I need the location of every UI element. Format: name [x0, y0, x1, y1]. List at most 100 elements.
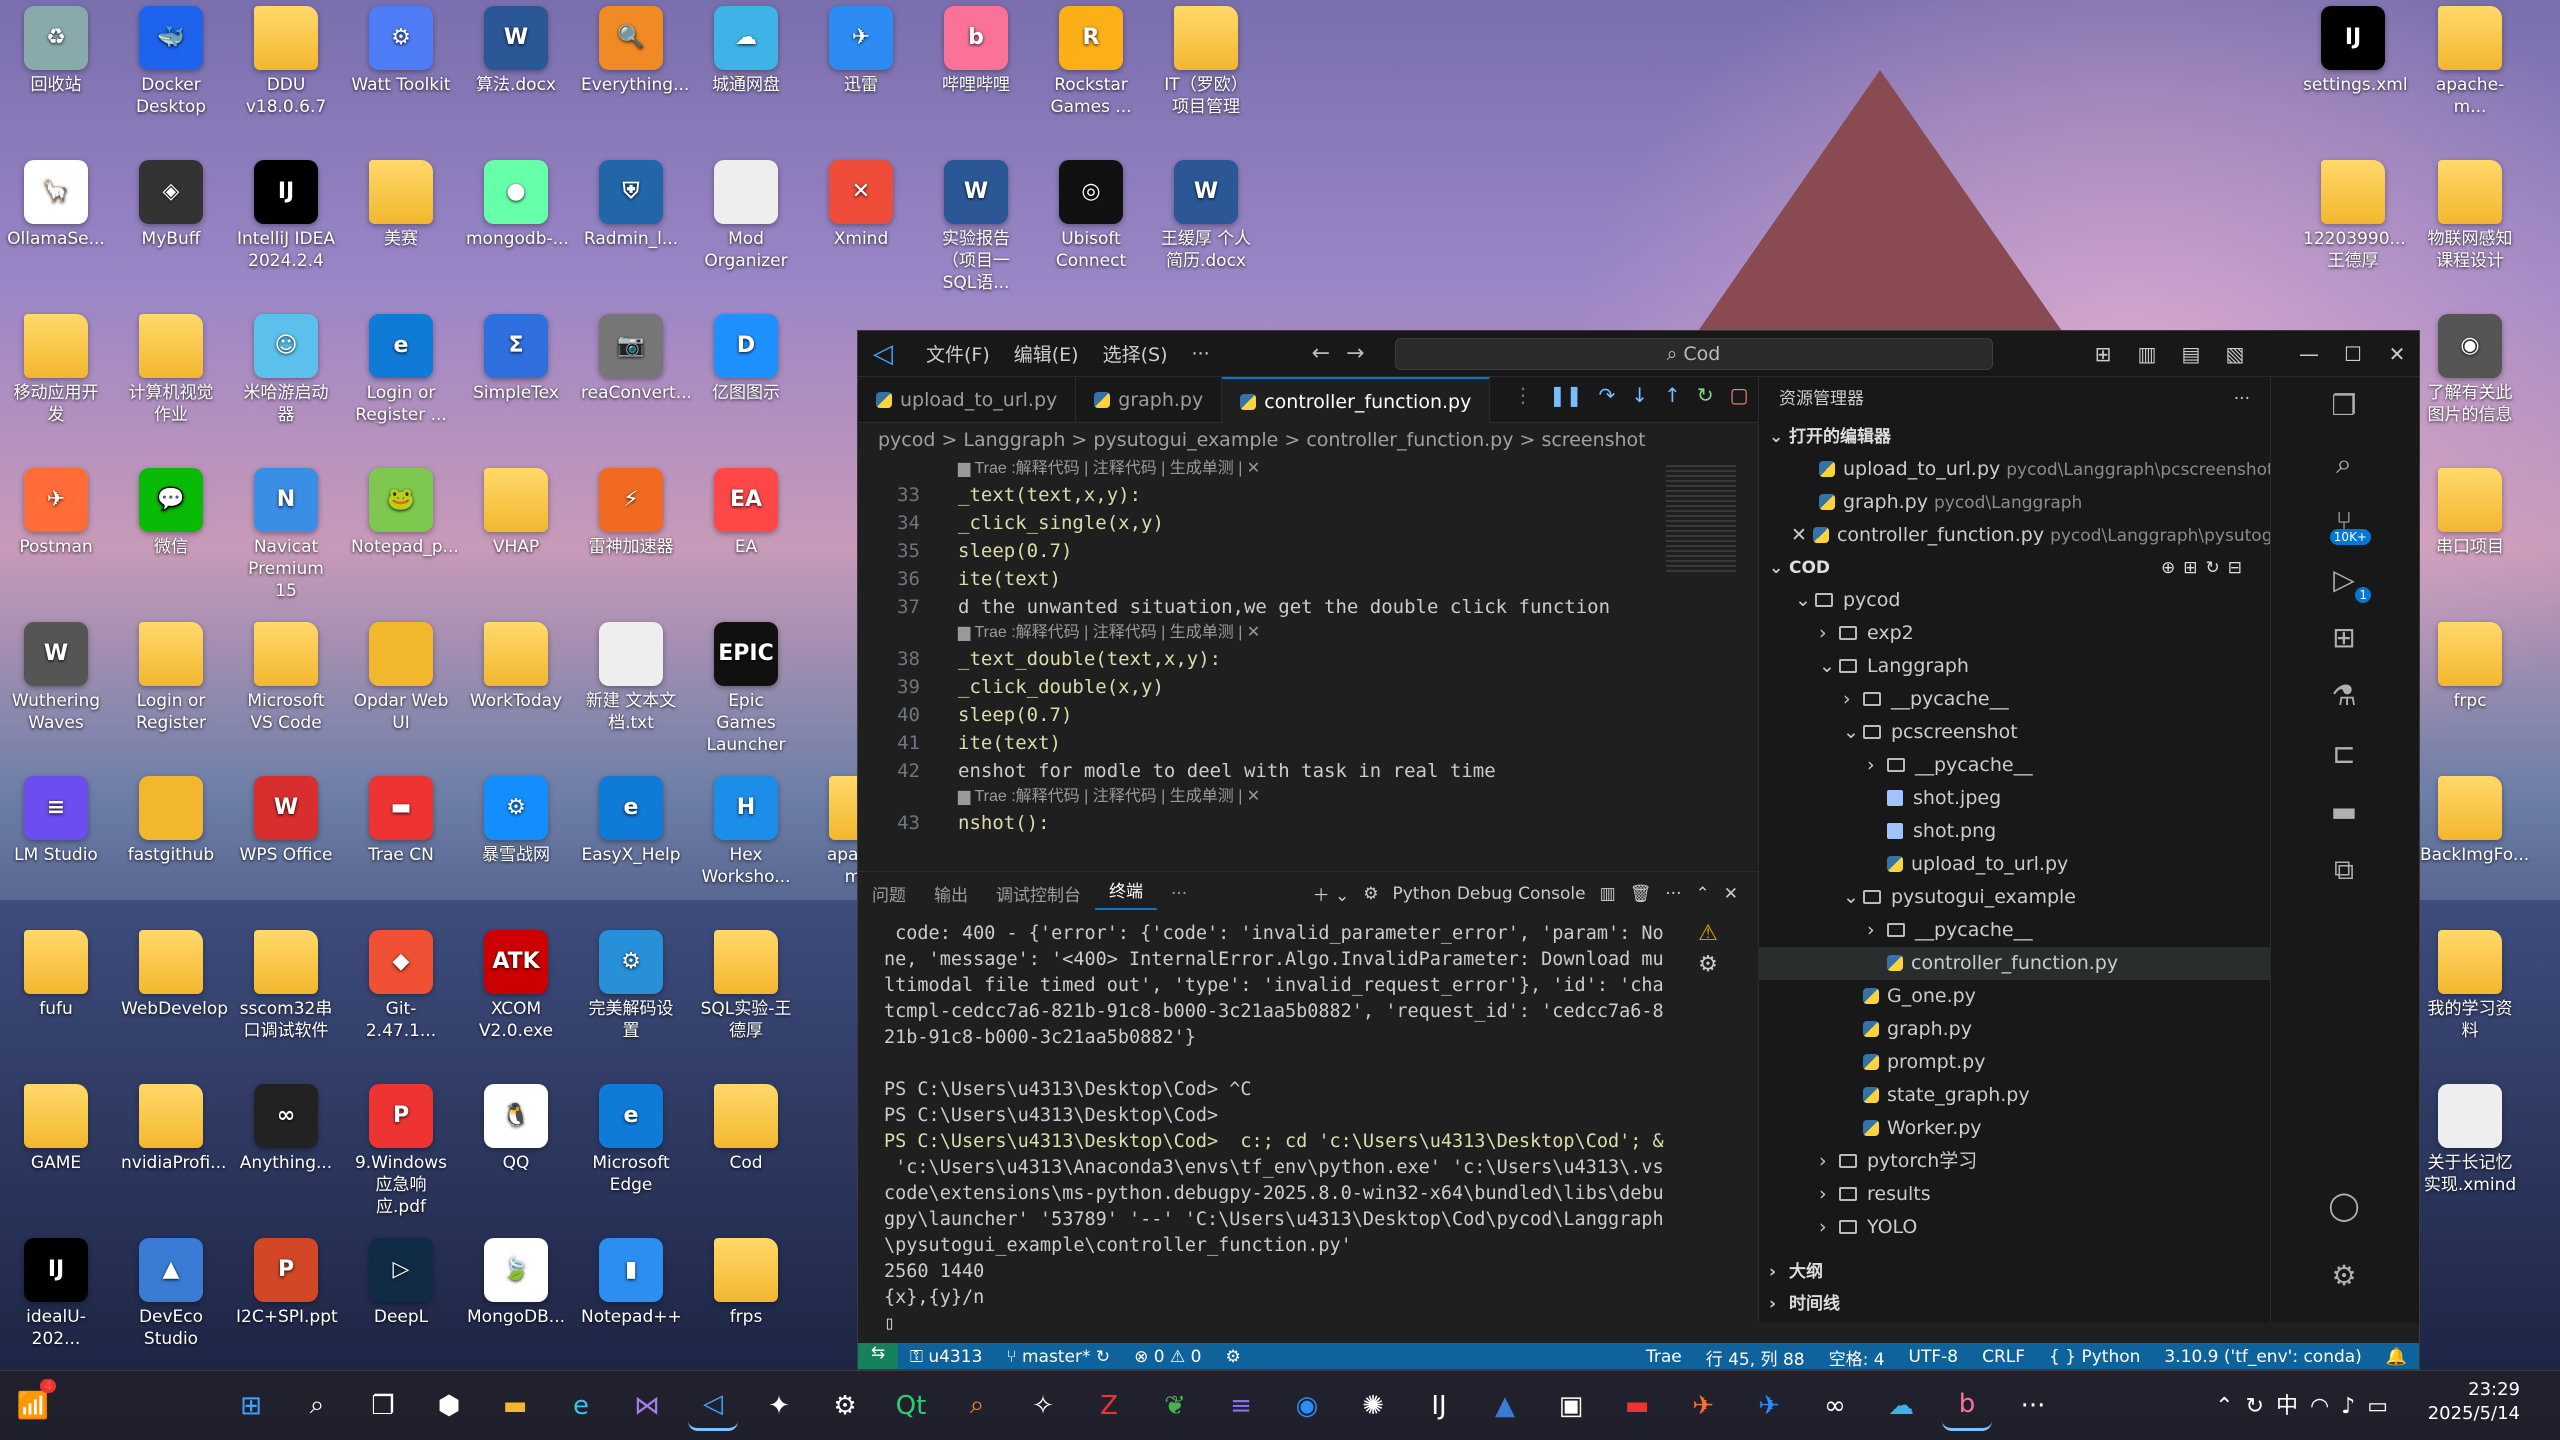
tree-item[interactable]: graph.py	[1759, 1013, 2270, 1046]
toggle-secondary-icon[interactable]: ▧	[2213, 342, 2257, 366]
terminal-output[interactable]: code: 400 - {'error': {'code': 'invalid_…	[858, 921, 1678, 1334]
desktop-icon[interactable]: DDU v18.0.6.7	[236, 6, 336, 118]
close-button[interactable]: ✕	[2375, 342, 2419, 366]
desktop-icon[interactable]: ▬ Trae CN	[351, 776, 451, 866]
more-apps-icon[interactable]: ···	[2008, 1381, 2058, 1431]
desktop-icon[interactable]: ✕ Xmind	[811, 160, 911, 250]
desktop-icon[interactable]: 🐧 QQ	[466, 1084, 566, 1174]
deveco-icon[interactable]: ▲	[1480, 1381, 1530, 1431]
workspace-header[interactable]: ⌄ COD ⊕⊞↻⊟	[1759, 552, 2270, 584]
desktop-icon[interactable]: ☺ 米哈游启动器	[236, 314, 336, 426]
volume-icon[interactable]: ♪	[2341, 1394, 2367, 1419]
status-position[interactable]: 行 45, 列 88	[1694, 1345, 1817, 1370]
desktop-icon[interactable]: H Hex Worksho...	[696, 776, 796, 888]
extensions-icon[interactable]: ⊞	[2319, 609, 2369, 667]
desktop-icon[interactable]: ▮ Notepad++	[581, 1238, 682, 1328]
desktop-icon[interactable]: ⛨ Radmin_l...	[581, 160, 681, 250]
open-editor-item[interactable]: ✕ controller_function.py pycod\Langgraph\…	[1759, 519, 2270, 552]
desktop-icon[interactable]: IT（罗欧）项目管理	[1156, 6, 1256, 118]
desktop-icon[interactable]: ▲ DevEco Studio	[121, 1238, 221, 1350]
desktop-icon[interactable]: ✈ Postman	[6, 468, 106, 558]
battery-icon[interactable]: ▭	[2367, 1394, 2400, 1419]
status-spaces[interactable]: 空格: 4	[1817, 1345, 1897, 1370]
tab-problems[interactable]: 问题	[858, 881, 920, 906]
close-panel-icon[interactable]: ✕	[1724, 884, 1738, 904]
desktop-icon[interactable]: P I2C+SPI.ppt	[236, 1238, 338, 1328]
status-encoding[interactable]: UTF-8	[1897, 1347, 1971, 1367]
start-icon[interactable]: ⊞	[226, 1381, 276, 1431]
desktop-icon[interactable]: ⚙ 完美解码设置	[581, 930, 681, 1042]
command-center[interactable]: ⌕ Cod	[1394, 337, 1993, 370]
tree-item[interactable]: shot.jpeg	[1759, 782, 2270, 815]
stop-icon[interactable]: ▢	[1730, 383, 1749, 407]
desktop-icon[interactable]: SQL实验-王德厚	[696, 930, 796, 1042]
tree-item[interactable]: › __pycache__	[1759, 683, 2270, 716]
desktop-icon[interactable]: W 王缓厚 个人简历.docx	[1156, 160, 1256, 272]
search-icon[interactable]: ⌕	[292, 1381, 342, 1431]
thunder-icon[interactable]: ✈	[1744, 1381, 1794, 1431]
remote-indicator-icon[interactable]: ⇆	[858, 1343, 898, 1369]
status-interpreter[interactable]: 3.10.9 ('tf_env': conda)	[2152, 1347, 2373, 1367]
close-editor-icon[interactable]: ✕	[1791, 524, 1813, 546]
desktop-icon[interactable]: GAME	[6, 1084, 106, 1174]
edge-icon[interactable]: e	[556, 1381, 606, 1431]
desktop-icon[interactable]: frps	[696, 1238, 796, 1328]
minimize-button[interactable]: —	[2287, 342, 2331, 366]
nav-back-forward-icon[interactable]: ←→	[1312, 341, 1381, 366]
desktop-icon[interactable]: W 实验报告（项目一SQL语...	[926, 160, 1026, 294]
battlenet-icon[interactable]: ✺	[1348, 1381, 1398, 1431]
desktop-icon[interactable]: ∞ Anything...	[236, 1084, 336, 1174]
visual-studio-icon[interactable]: ⋈	[622, 1381, 672, 1431]
desktop-icon[interactable]: IJ settings.xml	[2303, 6, 2408, 96]
postman-icon[interactable]: ✈	[1678, 1381, 1728, 1431]
wifi-icon[interactable]: ◠	[2310, 1394, 2341, 1419]
status-debug-icon[interactable]: ⚙	[1213, 1347, 1252, 1367]
maximize-button[interactable]: ☐	[2331, 342, 2375, 366]
bell-icon[interactable]: 🔔	[2374, 1347, 2419, 1367]
desktop-icon[interactable]: BackImgFo...	[2420, 776, 2529, 866]
desktop-icon[interactable]: D 亿图图示	[696, 314, 796, 404]
tree-item[interactable]: ⌄ pycod	[1759, 584, 2270, 617]
desktop-icon[interactable]: 物联网感知课程设计	[2420, 160, 2520, 272]
everything-icon[interactable]: ⌕	[952, 1381, 1002, 1431]
tab-controller-function[interactable]: controller_function.py	[1222, 377, 1491, 423]
desktop-icon[interactable]: IJ IntelliJ IDEA 2024.2.4	[236, 160, 336, 272]
desktop-icon[interactable]: ⚙ 暴雪战网	[466, 776, 566, 866]
toggle-sidebar-icon[interactable]: ▥	[2125, 342, 2169, 366]
menu-edit[interactable]: 编辑(E)	[1002, 340, 1091, 367]
desktop-icon[interactable]: e Microsoft Edge	[581, 1084, 681, 1196]
step-over-icon[interactable]: ↷	[1599, 383, 1616, 407]
extension-view-icon[interactable]: ⧉	[2319, 841, 2369, 899]
restart-icon[interactable]: ↻	[1697, 383, 1714, 407]
status-branch[interactable]: ⑂ master* ↻	[994, 1347, 1122, 1367]
desktop-icon[interactable]: 美赛	[351, 160, 451, 250]
tab-debug-console[interactable]: 调试控制台	[982, 881, 1095, 906]
toggle-panel-icon[interactable]: ▤	[2169, 342, 2213, 366]
desktop-icon[interactable]: ● mongodb-...	[466, 160, 569, 250]
debug-console-icon[interactable]: ⚙	[1688, 952, 1728, 977]
desktop-icon[interactable]: 新建 文本文档.txt	[581, 622, 681, 734]
desktop-icon[interactable]: W Wuthering Waves	[6, 622, 106, 734]
desktop-icon[interactable]: ✈ 迅雷	[811, 6, 911, 96]
desktop-icon[interactable]: N Navicat Premium 15	[236, 468, 336, 602]
desktop-icon[interactable]: 串口项目	[2420, 468, 2520, 558]
maximize-panel-icon[interactable]: ⌃	[1696, 884, 1710, 904]
desktop-icon[interactable]: 📷 reaConvert...	[581, 314, 692, 404]
desktop-icon[interactable]: e Login or Register ...	[351, 314, 451, 426]
desktop-icon[interactable]: P 9.Windows应急响应.pdf	[351, 1084, 451, 1218]
tree-item[interactable]: upload_to_url.py	[1759, 848, 2270, 881]
tab-more[interactable]: ···	[1157, 884, 1201, 904]
tree-item[interactable]: prompt.py	[1759, 1046, 2270, 1079]
explorer-actions-icon[interactable]: ⊕⊞↻⊟	[2161, 552, 2250, 584]
explorer-icon[interactable]: ❐	[2319, 377, 2369, 435]
desktop-icon[interactable]: Σ SimpleTex	[466, 314, 566, 404]
desktop-icon[interactable]: Mod Organizer	[696, 160, 796, 272]
desktop-icon[interactable]: 12203990...王德厚	[2303, 160, 2406, 272]
remote-explorer-icon[interactable]: ⊏	[2319, 725, 2369, 783]
status-language[interactable]: { } Python	[2037, 1347, 2152, 1367]
tab-output[interactable]: 输出	[920, 881, 982, 906]
status-problems[interactable]: ⊗ 0 ⚠ 0	[1122, 1347, 1213, 1367]
desktop-icon[interactable]: 🦙 OllamaSe...	[6, 160, 106, 250]
desktop-icon[interactable]: W 算法.docx	[466, 6, 566, 96]
search-icon[interactable]: ⌕	[2319, 435, 2369, 493]
